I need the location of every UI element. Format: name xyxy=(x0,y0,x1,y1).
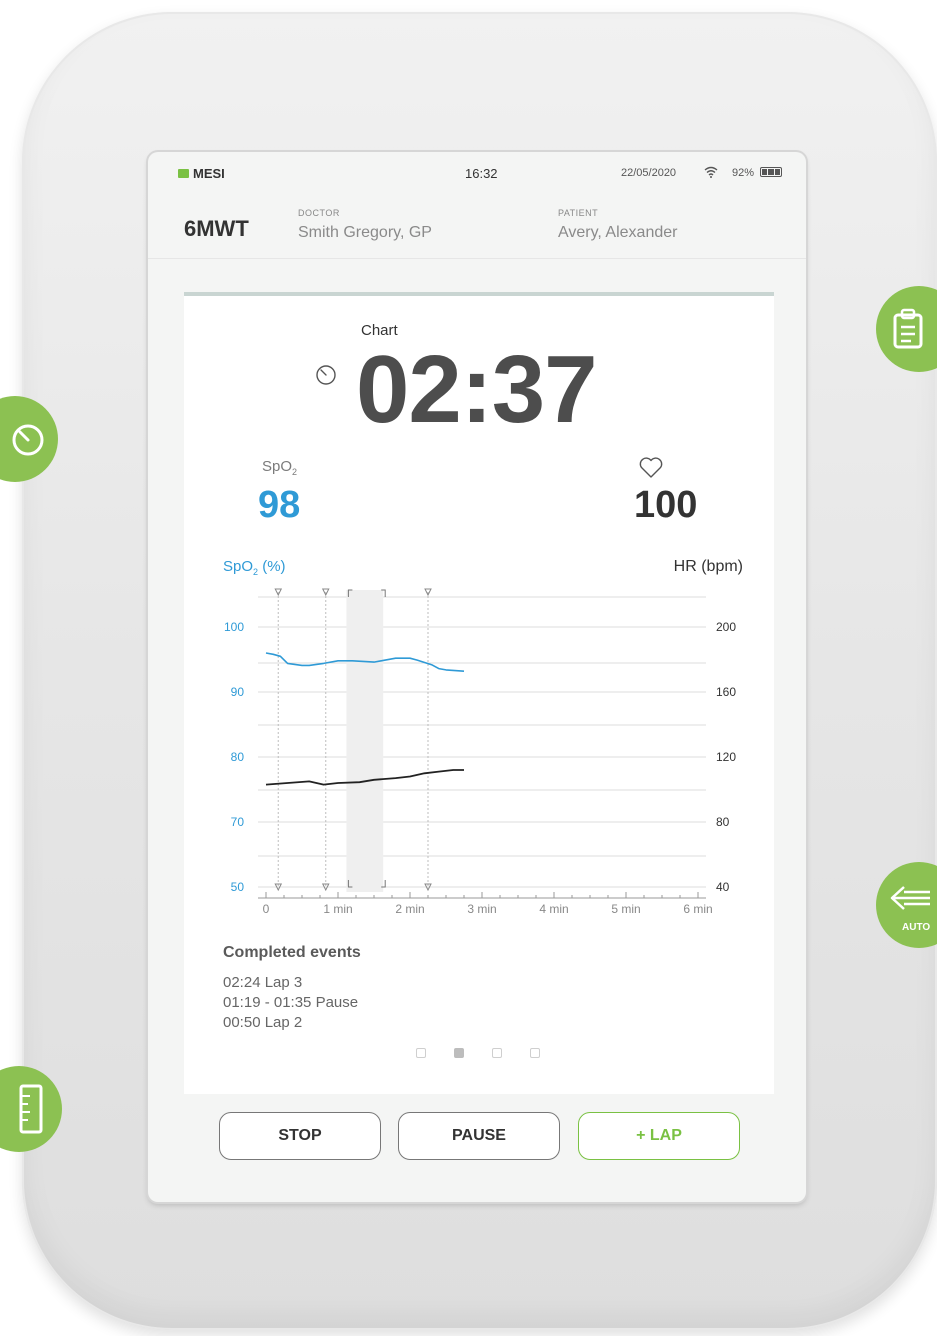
page-indicator xyxy=(416,1048,540,1058)
x-tick-label: 0 xyxy=(263,902,270,916)
completed-events-title: Completed events xyxy=(223,944,361,961)
pause-band xyxy=(346,590,384,892)
x-tick-label: 6 min xyxy=(683,902,712,916)
spo2-hr-chart: 0 1 min 2 min 3 min 4 min 5 min 6 min 100 90 80 70… xyxy=(223,558,743,916)
right-axis-label: HR (bpm) xyxy=(674,558,743,575)
left-tick-label: 80 xyxy=(231,750,245,764)
left-tick-label: 50 xyxy=(231,880,245,894)
stop-button[interactable]: STOP xyxy=(219,1112,381,1160)
right-tick-label: 120 xyxy=(716,750,736,764)
left-tick-label: 90 xyxy=(231,685,245,699)
pause-button[interactable]: PAUSE xyxy=(398,1112,560,1160)
add-lap-button[interactable]: + LAP xyxy=(578,1112,740,1160)
event-item: 01:19 - 01:35 Pause xyxy=(223,994,359,1011)
page-dot-active[interactable] xyxy=(454,1048,464,1058)
event-item: 00:50 Lap 2 xyxy=(223,1014,303,1031)
event-item: 02:24 Lap 3 xyxy=(223,974,303,991)
page-dot[interactable] xyxy=(530,1048,540,1058)
x-tick-label: 4 min xyxy=(539,902,568,916)
x-tick-label: 1 min xyxy=(323,902,352,916)
left-tick-label: 100 xyxy=(224,620,244,634)
page-dot[interactable] xyxy=(416,1048,426,1058)
ruler-icon xyxy=(19,1084,43,1134)
x-tick-label: 3 min xyxy=(467,902,496,916)
right-tick-label: 80 xyxy=(716,815,730,829)
right-tick-label: 160 xyxy=(716,685,736,699)
page-dot[interactable] xyxy=(492,1048,502,1058)
right-tick-label: 200 xyxy=(716,620,736,634)
x-tick-label: 2 min xyxy=(395,902,424,916)
left-tick-label: 70 xyxy=(231,815,245,829)
right-tick-label: 40 xyxy=(716,880,730,894)
left-axis-label: SpO2 (%) xyxy=(223,558,286,577)
x-tick-label: 5 min xyxy=(611,902,640,916)
